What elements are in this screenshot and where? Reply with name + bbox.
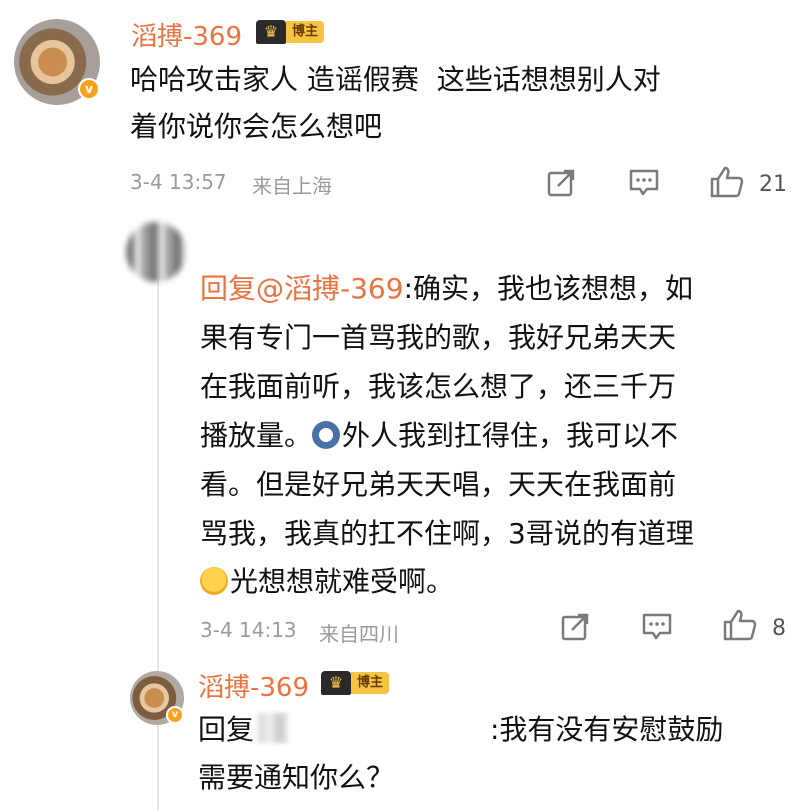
reply-text-line4-b: 外人我到扛得住，我可以不 [342,419,679,452]
verified-badge-icon: v [166,706,184,724]
reply-text-line1-rest: :确实，我也该想想，如 [403,272,693,305]
reply-text-line3: 在我面前听，我该怎么想了，还三千万 [200,370,677,403]
reply2-text-line2: 需要通知你么？ [198,761,395,794]
comment-icon[interactable] [641,612,673,642]
blogger-badge-label: 博主 [351,672,390,694]
comment-text-line2: 着你说你会怎么想吧 [130,110,383,143]
husky-emoji-icon [312,421,341,449]
reply-text-line1: 回复@滔搏-369:确实，我也该想想，如 [200,264,693,313]
comment-username[interactable]: 滔搏-369 [131,16,242,53]
share-icon[interactable] [546,168,576,198]
avatar-blurred[interactable] [126,222,186,282]
blogger-badge: ♛ 博主 [256,19,325,45]
blogger-badge-label: 博主 [286,21,325,43]
crying-emoji-icon [200,567,228,595]
reply-text-line5: 看。但是好兄弟天天唱，天天在我面前 [200,468,677,501]
like-count: 21 [759,172,787,197]
reply-text-line6: 骂我，我真的扛不住啊，3哥说的有道理 [200,517,694,550]
reply-location: 来自四川 [319,622,399,646]
comment-time: 3-4 13:57 [130,170,227,194]
reply-text-line7-text: 光想想就难受啊。 [230,565,455,598]
comment-location: 来自上海 [252,174,332,198]
blogger-badge: ♛ 博主 [321,670,390,696]
comment-icon[interactable] [628,168,660,198]
reply-text-line2: 果有专门一首骂我的歌，我好兄弟天天 [200,321,677,354]
reply2-username[interactable]: 滔搏-369 [198,667,309,704]
crown-icon: ♛ [321,671,351,695]
share-icon[interactable] [560,612,590,642]
reply2-text-line1-rest: :我有没有安慰鼓励 [490,713,724,746]
reply-text-line4-a: 播放量。 [200,419,313,452]
reply-time: 3-4 14:13 [200,618,297,642]
crown-icon: ♛ [256,20,286,44]
reply-text-line7: 光想想就难受啊。 [200,557,454,606]
reply2-prefix: 回复 [198,713,255,746]
comment-text-line1: 哈哈攻击家人 造谣假赛 这些话想想别人对 [130,63,661,96]
reply-mention-link[interactable]: 回复@滔搏-369 [200,272,404,305]
thumb-up-icon[interactable] [722,608,758,642]
blurred-username [258,713,288,743]
thumb-up-icon[interactable] [709,165,745,199]
like-count: 8 [772,616,786,641]
reply-text-line4: 播放量。 外人我到扛得住，我可以不 [200,411,678,460]
verified-badge-icon: v [78,78,100,100]
